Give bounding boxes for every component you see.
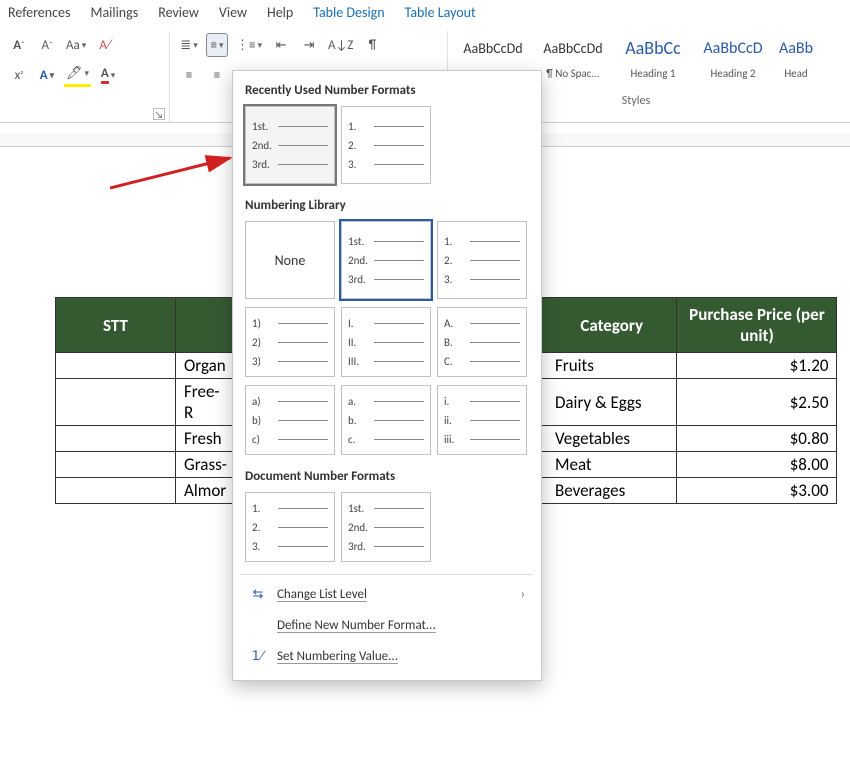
shrink-font-button[interactable]: Aˇ — [36, 33, 58, 57]
chevron-right-icon: › — [521, 587, 525, 602]
grow-font-button[interactable]: Aˆ — [8, 33, 30, 57]
tab-review[interactable]: Review — [158, 4, 199, 21]
format-ordinal[interactable]: 1st. 2nd. 3rd. — [341, 221, 431, 299]
tab-view[interactable]: View — [219, 4, 247, 21]
th-category: Category — [547, 298, 677, 353]
style-heading-partial[interactable]: AaBb Head — [776, 33, 816, 80]
change-case-button[interactable]: Aa▾ — [64, 33, 88, 57]
list-level-icon: ⇆ — [249, 587, 267, 602]
change-list-level-item[interactable]: ⇆ Change List Level › — [241, 579, 533, 610]
format-none[interactable]: None — [245, 221, 335, 299]
clear-formatting-button[interactable]: A⁄ — [94, 33, 116, 57]
decrease-indent-button[interactable]: ⇤ — [270, 33, 292, 57]
style-heading-2[interactable]: AaBbCcD Heading 2 — [696, 33, 770, 80]
multilevel-list-button[interactable]: ⋮≡▾ — [234, 33, 264, 57]
document-formats-heading: Document Number Formats — [241, 463, 533, 492]
set-numbering-value-item[interactable]: 𝟣⁄ Set Numbering Value... — [241, 641, 533, 672]
recently-used-heading: Recently Used Number Formats — [241, 77, 533, 106]
tab-help[interactable]: Help — [267, 4, 293, 21]
numbering-library-heading: Numbering Library — [241, 192, 533, 221]
format-alpha-upper[interactable]: A. B. C. — [437, 307, 527, 377]
text-effects-button[interactable]: A▾ — [36, 63, 58, 87]
format-paren-num[interactable]: 1) 2) 3) — [245, 307, 335, 377]
font-color-button[interactable]: A▾ — [97, 63, 119, 87]
format-decimal[interactable]: 1. 2. 3. — [437, 221, 527, 299]
tab-references[interactable]: References — [8, 4, 70, 21]
th-item — [176, 298, 235, 353]
font-group-launcher[interactable]: ↘ — [153, 108, 165, 120]
tab-table-layout[interactable]: Table Layout — [405, 4, 476, 21]
format-alpha-lower-paren[interactable]: a) b) c) — [245, 385, 335, 455]
sort-button[interactable]: A↓Z — [326, 33, 355, 57]
subscript-button[interactable]: x² — [8, 63, 30, 87]
tab-table-design[interactable]: Table Design — [313, 4, 384, 21]
ribbon-tabs: References Mailings Review View Help Tab… — [0, 0, 850, 27]
define-new-format-item[interactable]: Define New Number Format... — [241, 610, 533, 641]
th-price: Purchase Price (per unit) — [677, 298, 837, 353]
show-hide-button[interactable]: ¶ — [361, 33, 383, 57]
bullets-button[interactable]: ≣▾ — [178, 33, 200, 57]
align-center-button[interactable]: ≡ — [206, 63, 228, 87]
numbering-button[interactable]: ≡▾ — [206, 33, 228, 57]
align-left-button[interactable]: ≡ — [178, 63, 200, 87]
format-decimal-doc[interactable]: 1. 2. 3. — [245, 492, 335, 562]
style-heading-1[interactable]: AaBbCc Heading 1 — [616, 33, 690, 80]
style-no-spacing[interactable]: AaBbCcDd ¶ No Spac... — [536, 33, 610, 80]
format-ordinal-doc[interactable]: 1st. 2nd. 3rd. — [341, 492, 431, 562]
tab-mailings[interactable]: Mailings — [90, 4, 138, 21]
set-value-icon: 𝟣⁄ — [249, 649, 267, 664]
numbering-dropdown: Recently Used Number Formats 1st. 2nd. 3… — [232, 70, 542, 681]
highlight-button[interactable]: 🖊▾ — [64, 63, 91, 87]
format-roman-upper[interactable]: I. II. III. — [341, 307, 431, 377]
format-decimal-recent[interactable]: 1. 2. 3. — [341, 106, 431, 184]
increase-indent-button[interactable]: ⇥ — [298, 33, 320, 57]
format-ordinal-recent[interactable]: 1st. 2nd. 3rd. — [245, 106, 335, 184]
format-roman-lower[interactable]: i. ii. iii. — [437, 385, 527, 455]
format-alpha-lower-dot[interactable]: a. b. c. — [341, 385, 431, 455]
th-stt: STT — [56, 298, 176, 353]
